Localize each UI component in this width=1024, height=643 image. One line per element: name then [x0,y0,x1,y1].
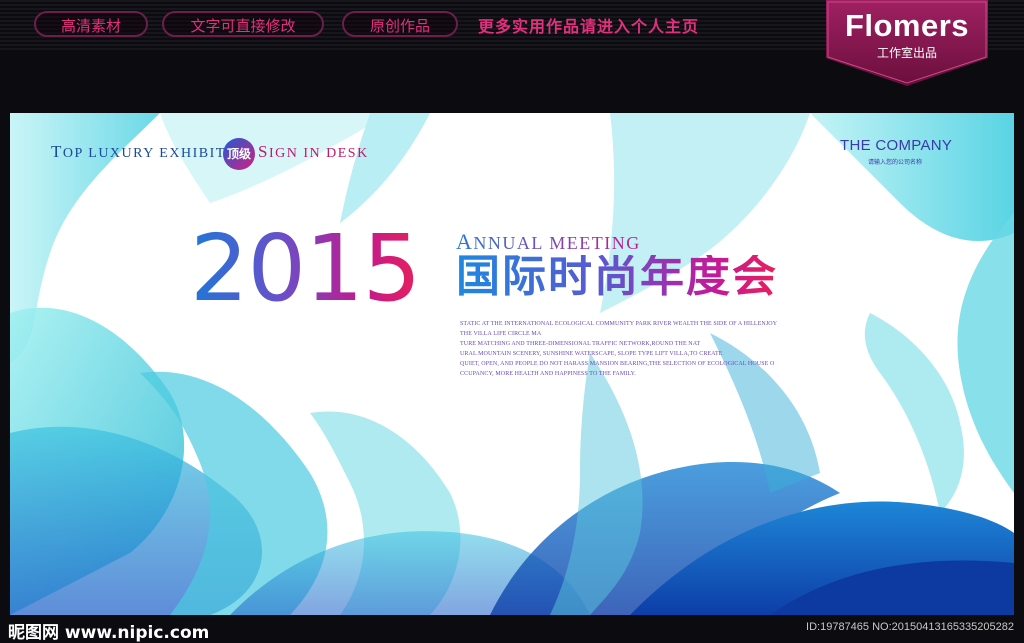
site-watermark[interactable]: 昵图网 www.nipic.com [8,618,209,643]
body-line: THE VILLA LIFE CIRCLE MA [460,331,542,337]
body-line: QUIET, OPEN, AND PEOPLE DO NOT HARASS MA… [460,361,775,367]
body-line: URAL MOUNTAIN SCENERY, SUNSHINE WATERSCA… [460,351,723,357]
original-work-pill[interactable]: 原创作品 [342,11,458,37]
body-line: STATIC AT THE INTERNATIONAL ECOLOGICAL C… [460,321,778,327]
studio-badge[interactable]: Flomers 工作室出品 [826,0,988,86]
promo-link[interactable]: 更多实用作品请进入个人主页 [478,13,699,37]
chinese-title: 国际时尚年度会 [456,251,778,302]
banner: TOP LUXURY EXHIBITION 顶级 SIGN IN DESK TH… [10,113,1014,615]
badge-title: Flomers [844,8,970,43]
image-id-text: ID:19787465 NO:20150413165335205282 [806,621,1014,633]
tagline-right-rest: IGN IN DESK [268,146,369,161]
body-line: TURE MATCHING AND THREE-DIMENSIONAL TRAF… [460,341,701,347]
tagline-left-initial: T [51,142,63,161]
editable-text-pill[interactable]: 文字可直接修改 [162,11,324,37]
hd-material-pill[interactable]: 高清素材 [34,11,148,37]
tagline-right-initial: S [258,142,269,161]
footer-bar: 昵图网 www.nipic.com ID:19787465 NO:2015041… [0,615,1024,643]
company-name: THE COMPANY [840,137,953,154]
tag-badge: 顶级 [223,138,255,170]
body-copy: STATIC AT THE INTERNATIONAL ECOLOGICAL C… [460,319,840,379]
year-heading: 2015 [190,215,421,322]
tagline-right: SIGN IN DESK [258,142,369,162]
annual-rest: NNUAL MEETING [473,233,641,253]
company-subtitle: 请输入您的公司名称 [868,159,923,166]
body-line: CCUPANCY, MORE HEALTH AND HAPPINESS TO T… [460,371,636,377]
badge-subtitle: 工作室出品 [876,46,937,60]
